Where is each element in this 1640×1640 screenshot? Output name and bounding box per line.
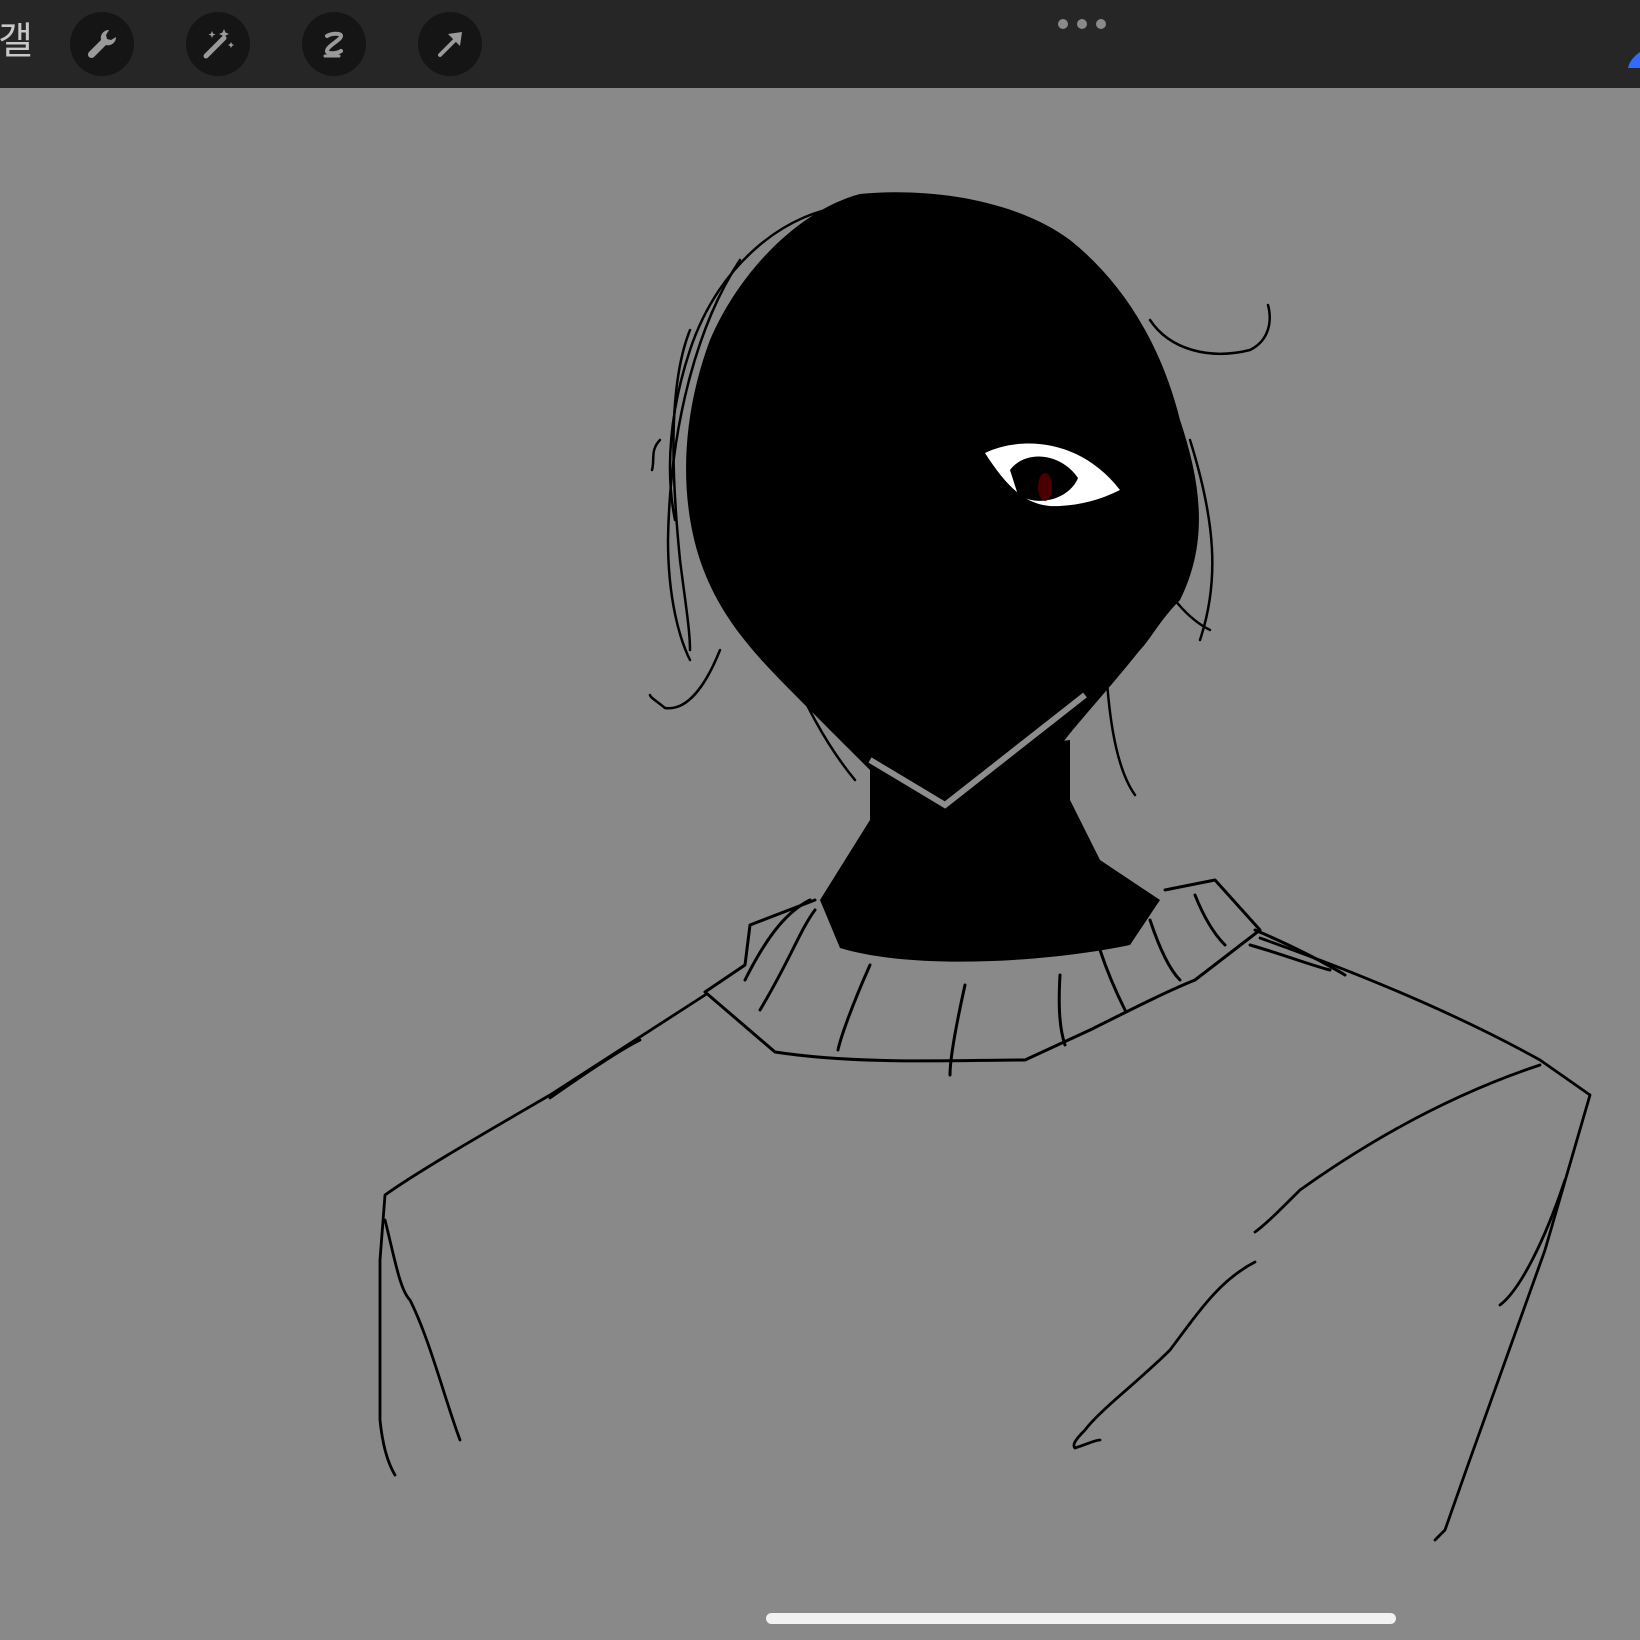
arrow-cursor-icon (438, 32, 462, 57)
drawing-canvas[interactable] (0, 88, 1640, 1640)
gallery-button[interactable]: 갤러리 (0, 18, 32, 66)
brush-tool-icon[interactable] (1626, 48, 1640, 70)
ellipsis-icon (1058, 19, 1068, 29)
magic-wand-icon (203, 29, 234, 59)
sketch-illustration (378, 192, 1592, 1542)
actions-button[interactable] (70, 12, 134, 76)
top-toolbar: 갤러리 (0, 0, 1640, 88)
adjustments-button[interactable] (186, 12, 250, 76)
wrench-icon (87, 29, 117, 59)
transform-button[interactable] (418, 12, 482, 76)
selection-s-icon (323, 31, 344, 58)
home-indicator[interactable] (766, 1613, 1396, 1624)
more-options-button[interactable] (1058, 16, 1106, 32)
selection-button[interactable] (302, 12, 366, 76)
